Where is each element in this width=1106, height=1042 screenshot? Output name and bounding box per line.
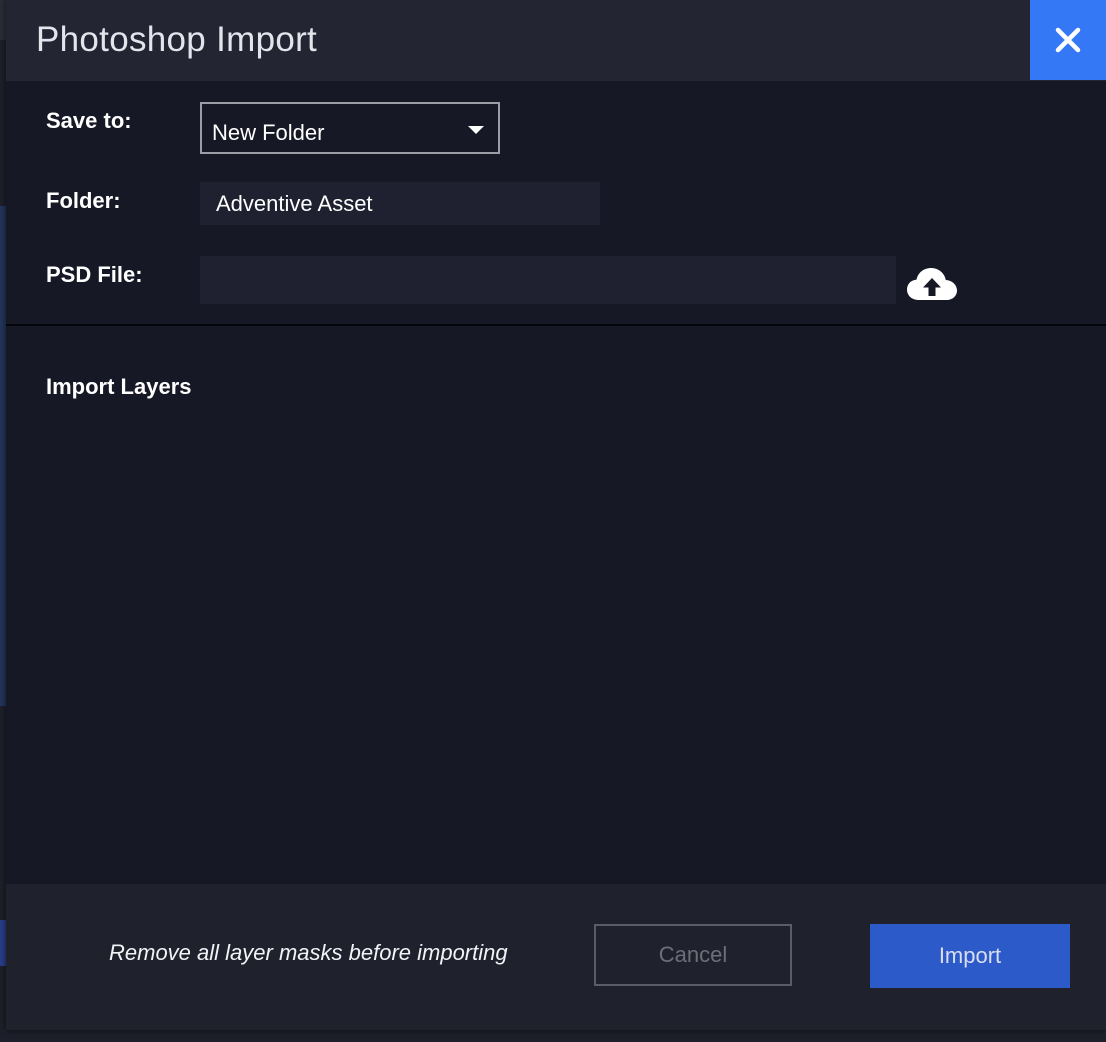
dialog-title: Photoshop Import <box>36 20 318 59</box>
section-divider <box>6 324 1106 326</box>
close-button[interactable] <box>1030 0 1106 80</box>
cloud-upload-icon[interactable] <box>906 266 958 302</box>
dialog-footer: Remove all layer masks before importing … <box>6 884 1106 1030</box>
psd-file-input[interactable] <box>200 256 896 304</box>
close-icon <box>1055 27 1081 53</box>
caret-down-icon <box>468 126 484 134</box>
import-layers-title: Import Layers <box>46 374 192 399</box>
save-to-selected-value: New Folder <box>212 120 325 145</box>
photoshop-import-dialog: Photoshop Import Save to: New Folder Fol… <box>6 0 1106 1030</box>
import-button[interactable]: Import <box>870 924 1070 988</box>
folder-label: Folder: <box>46 188 121 213</box>
save-to-label: Save to: <box>46 108 132 133</box>
dialog-title-bar: Photoshop Import <box>6 0 1106 81</box>
cancel-button[interactable]: Cancel <box>594 924 792 986</box>
save-to-select[interactable]: New Folder <box>200 102 500 154</box>
psd-file-label: PSD File: <box>46 262 143 287</box>
layer-masks-note: Remove all layer masks before importing <box>109 940 508 965</box>
folder-input[interactable] <box>200 182 600 225</box>
